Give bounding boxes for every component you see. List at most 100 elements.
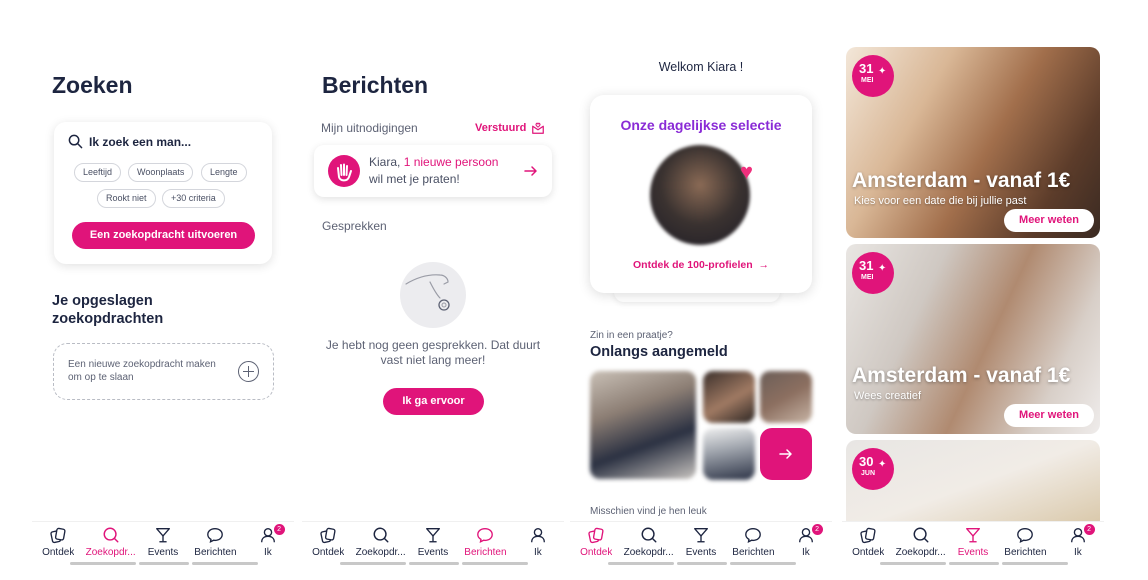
chat-bubble-icon bbox=[477, 528, 494, 543]
nav-label: Zoekopdr... bbox=[895, 547, 946, 558]
saved-searches-title: Je opgeslagen zoekopdrachten bbox=[52, 293, 164, 327]
nav-label: Berichten bbox=[1004, 547, 1047, 558]
new-search-box[interactable]: Een nieuwe zoekopdracht maken om op te s… bbox=[53, 343, 274, 400]
home-indicator bbox=[139, 562, 189, 565]
nav-item-messages[interactable]: Berichten bbox=[459, 522, 511, 559]
profile-photo[interactable] bbox=[703, 428, 755, 480]
cocktail-icon bbox=[426, 528, 440, 543]
event-card[interactable]: 31 MEI ✦ Amsterdam - vanaf 1€ Wees creat… bbox=[846, 244, 1100, 434]
nav-item-me[interactable]: Ik bbox=[512, 522, 564, 559]
nav-item-discover[interactable]: Ontdek bbox=[32, 522, 84, 559]
event-card[interactable]: 30 JUN ✦ bbox=[846, 440, 1100, 530]
nav-label: Ik bbox=[263, 547, 272, 558]
profile-photo[interactable] bbox=[760, 371, 812, 423]
home-indicator bbox=[70, 562, 136, 565]
disco-ball-icon: ✦ bbox=[878, 66, 887, 77]
search-placeholder: Ik zoek een man... bbox=[89, 134, 192, 149]
nav-label: Berichten bbox=[464, 547, 507, 558]
daily-selection-card[interactable]: Onze dagelijkse selectie ♥ Ontdek de 100… bbox=[590, 95, 812, 293]
invitations-label: Mijn uitnodigingen bbox=[321, 121, 418, 135]
profile-photo-large[interactable] bbox=[590, 371, 696, 479]
chip-city[interactable]: Woonplaats bbox=[128, 163, 194, 182]
add-icon[interactable] bbox=[238, 361, 259, 382]
hand-wave-avatar bbox=[328, 155, 360, 187]
bottom-nav: Ontdek Zoekopdr... Events Berichten Ik bbox=[302, 521, 564, 559]
nav-label: Ik bbox=[533, 547, 542, 558]
chat-bubble-icon bbox=[745, 528, 762, 543]
selection-title: Onze dagelijkse selectie bbox=[620, 117, 782, 133]
maybe-label: Misschien vind je hen leuk bbox=[590, 506, 707, 517]
chip-nonsmoker[interactable]: Rookt niet bbox=[97, 189, 156, 208]
nav-label: Ik bbox=[801, 547, 810, 558]
chat-bubble-icon bbox=[1017, 528, 1034, 543]
sent-label: Verstuurd bbox=[475, 122, 527, 134]
cocktail-icon bbox=[966, 528, 980, 543]
disco-ball-icon: ✦ bbox=[878, 263, 887, 274]
nav-item-discover[interactable]: Ontdek bbox=[570, 522, 622, 559]
profile-photo[interactable] bbox=[703, 371, 755, 423]
nav-label: Zoekopdr... bbox=[355, 547, 406, 558]
profile-photo-blurred bbox=[650, 145, 750, 245]
nav-item-messages[interactable]: Berichten bbox=[189, 522, 241, 559]
heart-icon: ♥ bbox=[740, 159, 754, 184]
chip-height[interactable]: Lengte bbox=[201, 163, 247, 182]
chat-bubble-icon bbox=[207, 528, 224, 543]
search-screen: Zoeken Ik zoek een man... Leeftijd Woonp… bbox=[32, 0, 294, 580]
nav-item-messages[interactable]: Berichten bbox=[727, 522, 779, 559]
cards-icon bbox=[860, 527, 876, 544]
new-search-text: Een nieuwe zoekopdracht maken om op te s… bbox=[68, 359, 216, 383]
invite-name: Kiara, bbox=[369, 155, 404, 169]
nav-item-discover[interactable]: Ontdek bbox=[302, 522, 354, 559]
conversations-label: Gesprekken bbox=[322, 219, 387, 233]
event-day: 30 bbox=[859, 454, 874, 469]
nav-item-search[interactable]: Zoekopdr... bbox=[84, 522, 136, 559]
cards-icon bbox=[588, 527, 604, 544]
nav-item-search[interactable]: Zoekopdr... bbox=[622, 522, 674, 559]
nav-item-discover[interactable]: Ontdek bbox=[842, 522, 894, 559]
nav-label: Berichten bbox=[732, 547, 775, 558]
see-more-button[interactable] bbox=[760, 428, 812, 480]
page-title: Zoeken bbox=[52, 72, 133, 98]
discover-profiles-link[interactable]: Ontdek de 100-profielen → bbox=[590, 259, 812, 271]
nav-label: Ontdek bbox=[852, 547, 885, 558]
more-info-button[interactable]: Meer weten bbox=[1004, 209, 1094, 232]
nav-label: Ontdek bbox=[42, 547, 75, 558]
home-indicator bbox=[340, 562, 406, 565]
cards-icon bbox=[320, 527, 336, 544]
more-info-button[interactable]: Meer weten bbox=[1004, 404, 1094, 427]
go-for-it-button[interactable]: Ik ga ervoor bbox=[383, 388, 484, 415]
nav-label: Events bbox=[147, 547, 179, 558]
chip-age[interactable]: Leeftijd bbox=[74, 163, 122, 182]
home-indicator bbox=[677, 562, 727, 565]
page-title: Berichten bbox=[322, 72, 429, 98]
nav-item-me[interactable]: 2 Ik bbox=[780, 522, 832, 559]
event-card[interactable]: 31 MEI ✦ Amsterdam - vanaf 1€ Kies voor … bbox=[846, 47, 1100, 238]
event-day: 31 bbox=[859, 258, 874, 273]
cards-icon bbox=[50, 527, 66, 544]
sent-link[interactable]: Verstuurd bbox=[475, 121, 545, 135]
nav-item-search[interactable]: Zoekopdr... bbox=[894, 522, 946, 559]
nav-item-events[interactable]: Events bbox=[947, 522, 999, 559]
nav-label: Zoekopdr... bbox=[85, 547, 136, 558]
nav-item-search[interactable]: Zoekopdr... bbox=[354, 522, 406, 559]
nav-label: Ontdek bbox=[580, 547, 613, 558]
invitation-card[interactable]: Kiara, 1 nieuwe persoon wil met je prate… bbox=[314, 145, 552, 197]
nav-item-events[interactable]: Events bbox=[407, 522, 459, 559]
nav-item-events[interactable]: Events bbox=[137, 522, 189, 559]
event-day: 31 bbox=[859, 61, 874, 76]
recent-title: Onlangs aangemeld bbox=[590, 344, 728, 360]
date-badge: 30 JUN ✦ bbox=[852, 448, 894, 490]
nav-item-events[interactable]: Events bbox=[675, 522, 727, 559]
chip-more-criteria[interactable]: +30 criteria bbox=[162, 189, 225, 208]
run-search-button[interactable]: Een zoekopdracht uitvoeren bbox=[72, 222, 255, 249]
search-input[interactable]: Ik zoek een man... bbox=[68, 134, 191, 149]
nav-item-me[interactable]: 2 Ik bbox=[242, 522, 294, 559]
search-icon bbox=[373, 527, 389, 543]
nav-item-messages[interactable]: Berichten bbox=[999, 522, 1051, 559]
nav-item-me[interactable]: 2 Ik bbox=[1052, 522, 1104, 559]
welcome-text: Welkom Kiara ! bbox=[658, 60, 744, 74]
nav-label: Ik bbox=[1073, 547, 1082, 558]
arrow-right-icon bbox=[524, 166, 537, 176]
search-icon bbox=[913, 527, 929, 543]
event-title: Amsterdam - vanaf 1€ bbox=[852, 169, 1071, 192]
